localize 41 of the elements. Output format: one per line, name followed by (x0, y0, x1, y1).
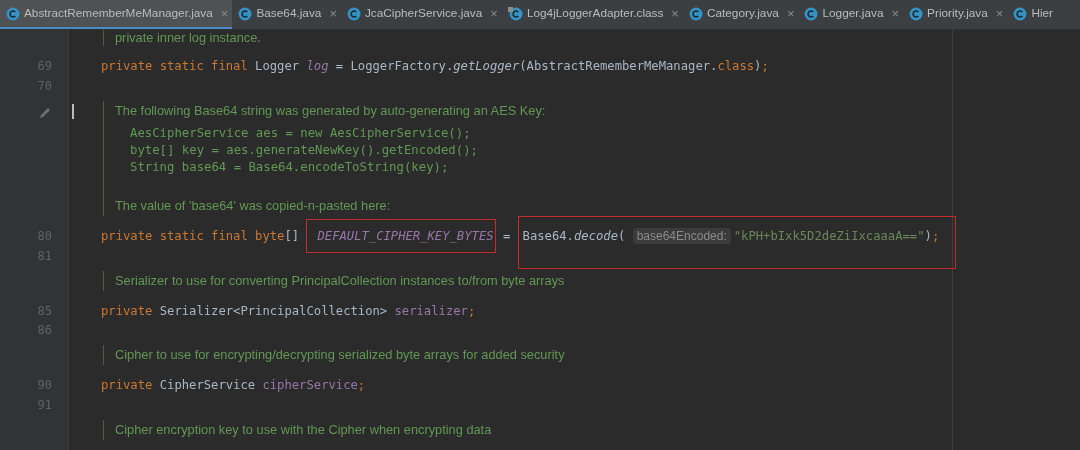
code-text: DEFAULT_CIPHER_KEY_BYTES (317, 228, 494, 243)
code-text: = (501, 228, 512, 243)
editor-tab[interactable]: Category.java × (682, 0, 799, 29)
doc-comment-text: Cipher to use for encrypting/decrypting serialized byte arrays for added security (115, 346, 565, 365)
close-icon[interactable]: × (329, 3, 337, 24)
code-text: "kPH+bIxk5D2deZiIxcaaaA=="); (733, 228, 940, 243)
code-text: private Serializer<PrincipalCollection> serializer; (101, 303, 476, 318)
code-text: private static final Logger log = LoggerFactory.getLogger(AbstractRememberMeManager.class); (101, 59, 769, 73)
editor-tab[interactable]: Priority.java × (903, 0, 1008, 29)
class-icon (688, 6, 703, 21)
class-icon (804, 6, 819, 21)
doc-code-line: byte[] key = aes.generateNewKey().getEncoded(); (129, 141, 479, 159)
editor-tab[interactable]: JcaCipherService.java × (340, 0, 502, 29)
doc-comment-text: The value of 'base64' was copied-n-pasted here: (115, 196, 392, 215)
class-icon (909, 6, 924, 21)
editor-tab[interactable]: Logger.java × (798, 0, 904, 29)
doc-comment-text: private inner log instance. (115, 30, 261, 46)
code-text: Base64.decode( (522, 228, 627, 243)
editor-tab[interactable]: AbstractRememberMeManager.java × (0, 0, 233, 29)
parameter-hint: base64Encoded: (632, 227, 731, 244)
close-icon[interactable]: × (995, 3, 1004, 24)
class-icon (238, 6, 253, 21)
doc-code-line: String base64 = Base64.encodeToString(key); (129, 158, 450, 176)
code-text: private CipherService cipherService; (101, 378, 366, 393)
close-icon[interactable]: × (671, 3, 679, 24)
close-icon[interactable]: × (786, 3, 795, 24)
close-icon[interactable]: × (891, 3, 900, 24)
code-text: private static final byte[] (101, 228, 301, 243)
close-icon[interactable]: × (490, 3, 498, 24)
editor-tab[interactable]: Log4jLoggerAdapter.class × (501, 0, 683, 29)
doc-comment-text: The following Base64 string was generated by auto-generating an AES Key: (115, 101, 546, 120)
doc-comment-text: Cipher encryption key to use with the Cipher when encrypting data (115, 421, 492, 439)
class-icon (6, 6, 20, 21)
class-icon (346, 6, 361, 21)
close-icon[interactable]: × (220, 3, 229, 24)
editor-tab[interactable]: Hier (1007, 0, 1058, 29)
compiled-class-icon (507, 6, 523, 21)
class-icon (1013, 6, 1028, 21)
editor-tab[interactable]: Base64.java × (232, 0, 341, 29)
doc-code-line: AesCipherService aes = new AesCipherService(); (129, 124, 472, 142)
doc-comment-text: Serializer to use for converting PrincipalCollection instances to/from byte arrays (115, 271, 565, 290)
